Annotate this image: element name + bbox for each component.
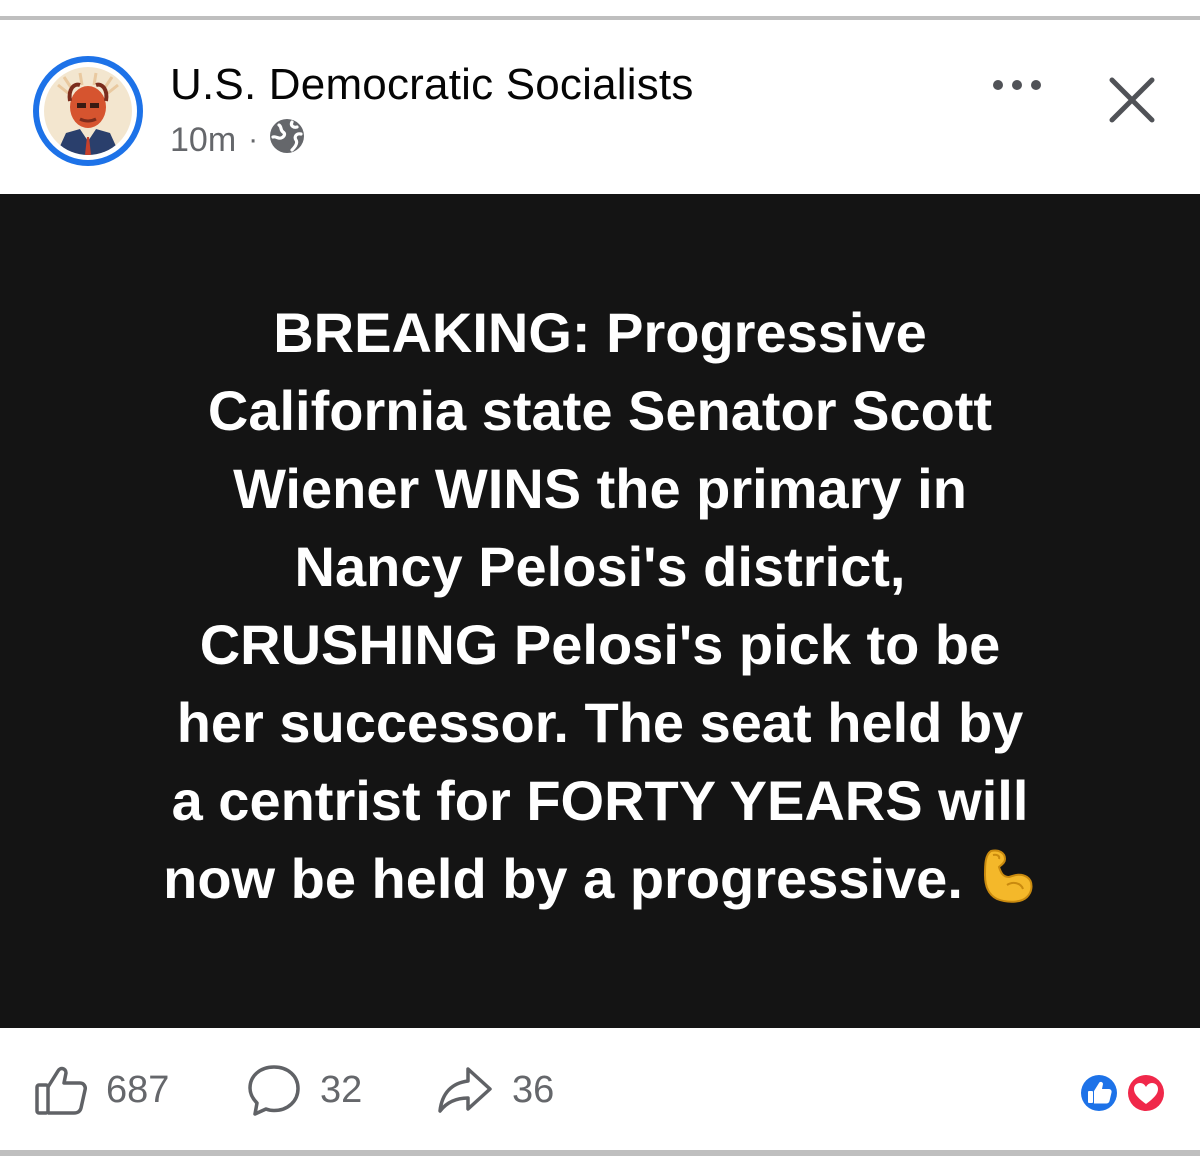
post-meta: 10m · (170, 118, 306, 162)
flexed-biceps-emoji (983, 849, 1033, 903)
post-header: U.S. Democratic Socialists 10m · (0, 20, 1200, 194)
comment-count: 32 (320, 1068, 363, 1111)
comment-button[interactable]: 32 (246, 1062, 362, 1118)
comment-bubble-icon (248, 1065, 300, 1116)
bottom-divider (0, 1150, 1200, 1156)
post-time[interactable]: 10m (170, 121, 236, 160)
like-button[interactable]: 687 (34, 1062, 169, 1118)
post-text-line: Nancy Pelosi's district, (294, 535, 906, 598)
share-count: 36 (512, 1068, 555, 1111)
like-count: 687 (106, 1068, 170, 1111)
more-options-icon (993, 80, 1041, 90)
post-text-line: her successor. The seat held by (176, 691, 1024, 754)
share-arrow-icon (438, 1067, 492, 1113)
more-options-button[interactable] (985, 70, 1049, 100)
post-text-line: CRUSHING Pelosi's pick to be (199, 613, 1001, 676)
post-text-line: now be held by a progressive. (163, 847, 963, 910)
post-content[interactable]: BREAKING: Progressive California state S… (0, 194, 1200, 1028)
share-button[interactable]: 36 (436, 1062, 554, 1118)
close-button[interactable] (1108, 76, 1168, 132)
post-text-line: BREAKING: Progressive (273, 301, 927, 364)
profile-avatar[interactable] (33, 56, 143, 166)
thumbs-up-icon (35, 1066, 87, 1115)
love-reaction-icon (1125, 1072, 1167, 1114)
reaction-summary[interactable] (1076, 1070, 1172, 1116)
post-text-line: a centrist for FORTY YEARS will (171, 769, 1029, 832)
post-text-line: California state Senator Scott (207, 379, 993, 442)
avatar-image (44, 67, 132, 155)
post-actions-bar: 687 32 36 (0, 1028, 1200, 1150)
like-reaction-icon (1078, 1072, 1120, 1114)
close-icon (1109, 77, 1155, 123)
post-text-line: Wiener WINS the primary in (233, 457, 967, 520)
page-name[interactable]: U.S. Democratic Socialists (170, 60, 694, 110)
globe-icon (268, 117, 306, 164)
post-text-last-line-wrap: now be held by a progressive. (60, 840, 1140, 918)
meta-separator: · (248, 123, 259, 156)
post-text: BREAKING: Progressive California state S… (60, 294, 1140, 918)
